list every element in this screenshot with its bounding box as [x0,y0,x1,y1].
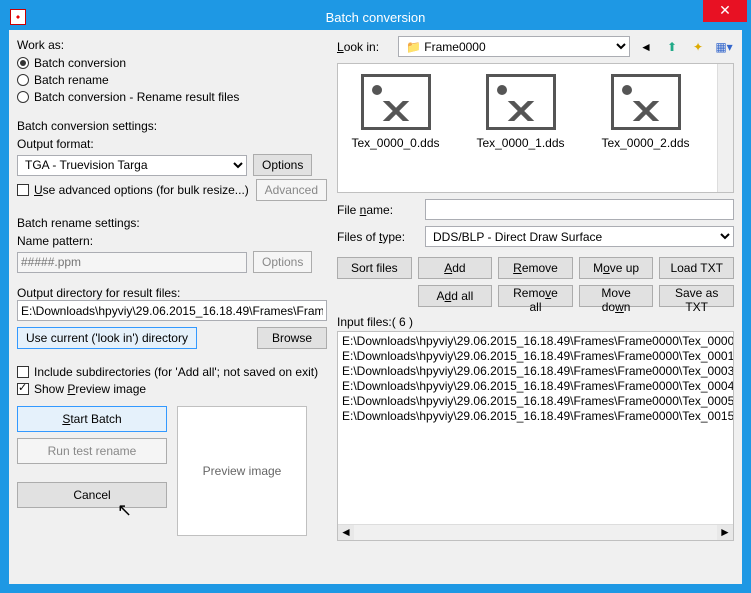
new-folder-icon[interactable]: ✦ [688,37,708,57]
start-batch-button[interactable]: Start Batch [17,406,167,432]
output-format-label: Output format: [17,137,327,151]
cancel-button[interactable]: Cancel [17,482,167,508]
list-item[interactable]: E:\Downloads\hpyviy\29.06.2015_16.18.49\… [342,409,729,424]
input-files-label: Input files:( 6 ) [337,315,734,329]
options-button[interactable]: Options [253,154,312,176]
options-button-2[interactable]: Options [253,251,312,273]
file-item[interactable]: Tex_0000_0.dds [348,74,443,182]
radio-icon [17,57,29,69]
radio-icon [17,91,29,103]
radio-batch-rename[interactable]: Batch rename [17,73,327,87]
remove-all-button[interactable]: Remove all [498,285,573,307]
checkbox-icon [17,383,29,395]
file-thumb-icon [486,74,556,130]
include-subdirs-checkbox[interactable]: Include subdirectories (for 'Add all'; n… [17,365,327,379]
advanced-button[interactable]: Advanced [256,179,327,201]
use-advanced-checkbox[interactable]: Use advanced options (for bulk resize...… [17,183,250,197]
sort-files-button[interactable]: Sort files [337,257,412,279]
preview-image-box: Preview image [177,406,307,536]
filetype-select[interactable]: DDS/BLP - Direct Draw Surface [425,226,734,247]
close-button[interactable]: ✕ [703,0,747,22]
scrollbar-horizontal[interactable]: ◄► [338,524,733,540]
checkbox-icon [17,366,29,378]
show-preview-checkbox[interactable]: Show Preview image [17,382,327,396]
bcs-label: Batch conversion settings: [17,119,327,133]
list-item[interactable]: E:\Downloads\hpyviy\29.06.2015_16.18.49\… [342,349,729,364]
radio-batch-conv-rename[interactable]: Batch conversion - Rename result files [17,90,327,104]
name-pattern-input[interactable] [17,252,247,273]
add-all-button[interactable]: Add all [418,285,493,307]
list-item[interactable]: E:\Downloads\hpyviy\29.06.2015_16.18.49\… [342,379,729,394]
add-button[interactable]: Add [418,257,493,279]
outdir-label: Output directory for result files: [17,286,327,300]
list-item[interactable]: E:\Downloads\hpyviy\29.06.2015_16.18.49\… [342,364,729,379]
lookin-select[interactable]: 📁 Frame0000 [398,36,630,57]
window-title: Batch conversion [326,10,426,25]
output-format-select[interactable]: TGA - Truevision Targa [17,155,247,176]
move-down-button[interactable]: Move down [579,285,654,307]
filename-input[interactable] [425,199,734,220]
view-menu-icon[interactable]: ▦▾ [714,37,734,57]
file-thumb-icon [611,74,681,130]
remove-button[interactable]: Remove [498,257,573,279]
work-as-label: Work as: [17,38,327,52]
list-item[interactable]: E:\Downloads\hpyviy\29.06.2015_16.18.49\… [342,394,729,409]
file-browser-pane[interactable]: Tex_0000_0.dds Tex_0000_1.dds Tex_0000_2… [337,63,734,193]
brs-label: Batch rename settings: [17,216,327,230]
app-icon [10,9,26,25]
load-txt-button[interactable]: Load TXT [659,257,734,279]
radio-batch-conversion[interactable]: Batch conversion [17,56,327,70]
radio-icon [17,74,29,86]
run-test-button[interactable]: Run test rename [17,438,167,464]
scrollbar-vertical[interactable] [717,64,733,192]
name-pattern-label: Name pattern: [17,234,327,248]
filetype-label: Files of type: [337,230,417,244]
input-files-list[interactable]: E:\Downloads\hpyviy\29.06.2015_16.18.49\… [337,331,734,541]
browse-button[interactable]: Browse [257,327,327,349]
filename-label: File name: [337,203,417,217]
save-txt-button[interactable]: Save as TXT [659,285,734,307]
outdir-input[interactable] [17,300,327,321]
file-item[interactable]: Tex_0000_1.dds [473,74,568,182]
lookin-label: Look in: [337,40,392,54]
up-icon[interactable]: ⬆ [662,37,682,57]
list-item[interactable]: E:\Downloads\hpyviy\29.06.2015_16.18.49\… [342,334,729,349]
back-icon[interactable]: ◄ [636,37,656,57]
checkbox-icon [17,184,29,196]
use-current-button[interactable]: Use current ('look in') directory [17,327,197,349]
move-up-button[interactable]: Move up [579,257,654,279]
file-item[interactable]: Tex_0000_2.dds [598,74,693,182]
file-thumb-icon [361,74,431,130]
